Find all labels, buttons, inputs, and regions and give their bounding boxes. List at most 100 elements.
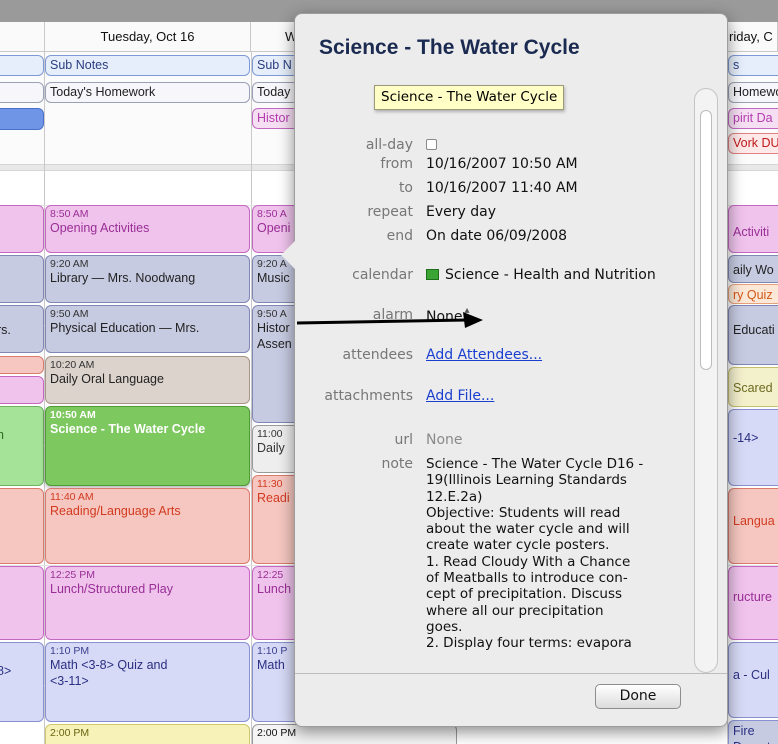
event-reading-language-arts[interactable]: 11:40 AM Reading/Language Arts (45, 488, 250, 564)
event-title: Educati (733, 323, 775, 337)
event-science-water-cycle-selected[interactable]: 10:50 AM Science - The Water Cycle (45, 406, 250, 486)
end-label: end (386, 228, 413, 244)
attendees-label: attendees (342, 347, 413, 363)
event-block[interactable]: rs. (0, 305, 44, 353)
repeat-value[interactable]: Every day (426, 204, 496, 220)
calendar-field[interactable]: Science - Health and Nutrition (426, 267, 656, 283)
all-day-event-sub-notes[interactable]: s (728, 55, 778, 76)
event-math[interactable]: 1:10 PM Math <3-8> Quiz and <3-11> (45, 642, 250, 722)
event-block[interactable]: Educati (728, 305, 778, 365)
all-day-field[interactable] (426, 138, 437, 154)
event-title: Library — Mrs. Noodwang (50, 271, 196, 285)
event-block[interactable]: -14> (728, 409, 778, 486)
all-day-event-work[interactable]: Vork DU (728, 133, 778, 154)
event-title: Science - The Water Cycle (50, 422, 206, 436)
done-button[interactable]: Done (595, 684, 681, 709)
annotation-arrow-icon (296, 312, 483, 328)
event-block[interactable] (0, 566, 44, 640)
all-day-event[interactable] (0, 108, 44, 130)
event-opening-activities[interactable]: 8:50 AM Opening Activities (45, 205, 250, 253)
event-block[interactable] (0, 205, 44, 253)
event-title: 8> (0, 664, 12, 678)
all-day-event-homework[interactable]: Homewo (728, 82, 778, 103)
all-day-event-sub-notes[interactable]: Sub Notes (45, 55, 250, 76)
event-time: 9:20 AM (50, 258, 89, 270)
event-block[interactable]: ry Quiz (728, 284, 778, 304)
column-header-monday[interactable] (0, 22, 45, 52)
event-afternoon[interactable]: 2:00 PM (252, 724, 457, 744)
event-time: 10:50 AM (50, 409, 96, 421)
attachments-label: attachments (324, 388, 413, 404)
event-title: Physical Education — Mrs. (50, 321, 200, 335)
all-day-event[interactable] (0, 55, 44, 76)
event-title: Reading/Language Arts (50, 504, 181, 518)
event-block[interactable] (0, 488, 44, 564)
event-time: 1:10 PM (50, 645, 90, 657)
event-block[interactable]: Scared (728, 367, 778, 407)
note-text[interactable]: Science - The Water Cycle D16 - 19(Illin… (426, 456, 696, 668)
column-header-friday[interactable]: riday, C (727, 22, 778, 52)
event-detail-popover: Science - The Water Cycle loc all-day fr… (281, 13, 728, 727)
event-afternoon[interactable]: 2:00 PM (45, 724, 250, 744)
event-title: Langua (733, 514, 775, 528)
scrollbar-thumb[interactable] (700, 110, 712, 370)
event-title: a - Cul (733, 668, 770, 682)
from-label: from (380, 156, 413, 172)
event-time: 8:50 AM (50, 208, 89, 220)
url-label: url (394, 432, 413, 448)
event-time: 10:20 AM (50, 359, 95, 371)
all-day-event[interactable] (0, 82, 44, 103)
note-label: note (381, 456, 413, 472)
event-title: ructure (733, 590, 772, 604)
event-block[interactable]: 8> (0, 642, 44, 722)
all-day-event-label: Sub N (257, 58, 292, 72)
add-attendees-link[interactable]: Add Attendees... (426, 347, 542, 363)
event-time: 2:00 PM (257, 727, 297, 739)
all-day-event-label: Today (257, 85, 291, 99)
event-time: 9:50 AM (50, 308, 89, 320)
event-block[interactable] (0, 356, 44, 374)
all-day-event-homework[interactable]: Today's Homework (45, 82, 250, 103)
event-physical-education[interactable]: 9:50 AM Physical Education — Mrs. (45, 305, 250, 353)
event-title: Math <3-8> Quiz and <3-11> (50, 658, 168, 688)
all-day-checkbox[interactable] (426, 139, 437, 150)
event-title: Fire Department (733, 724, 778, 744)
event-block[interactable]: Langua (728, 488, 778, 564)
event-lunch[interactable]: 12:25 PM Lunch/Structured Play (45, 566, 250, 640)
to-value[interactable]: 10/16/2007 11:40 AM (426, 180, 578, 196)
event-block[interactable] (0, 376, 44, 404)
event-title: aily Wo (733, 263, 774, 277)
from-value[interactable]: 10/16/2007 10:50 AM (426, 156, 578, 172)
all-day-event-label: pirit Da (733, 111, 773, 125)
event-title: Lunch/Structured Play (50, 582, 173, 596)
event-title: Opening Activities (50, 221, 150, 235)
url-value[interactable]: None (426, 432, 463, 448)
all-day-event-label: Sub Notes (50, 58, 109, 72)
event-block[interactable] (0, 255, 44, 303)
popover-divider (295, 673, 727, 674)
event-title-field[interactable]: Science - The Water Cycle (319, 36, 580, 60)
all-day-label: all-day (365, 137, 413, 153)
all-day-event-label: s (733, 58, 740, 72)
all-day-event-label: Homewo (733, 85, 778, 99)
calendar-color-swatch (426, 269, 439, 280)
event-time: 2:00 PM (50, 727, 90, 739)
all-day-event-spirit[interactable]: pirit Da (728, 108, 778, 129)
event-title: Daily Oral Language (50, 372, 164, 386)
all-day-event-label: Today's Homework (50, 85, 156, 99)
event-daily-oral-language[interactable]: 10:20 AM Daily Oral Language (45, 356, 250, 404)
add-file-link[interactable]: Add File... (426, 388, 494, 404)
event-block[interactable]: ructure (728, 566, 778, 640)
end-value[interactable]: On date 06/09/2008 (426, 228, 567, 244)
event-time: 12:25 PM (50, 569, 95, 581)
event-block[interactable]: Activiti (728, 205, 778, 253)
event-title: -14> (733, 431, 759, 445)
event-title: Activiti (733, 225, 770, 239)
event-block[interactable]: h (0, 406, 44, 486)
repeat-label: repeat (367, 204, 413, 220)
event-library[interactable]: 9:20 AM Library — Mrs. Noodwang (45, 255, 250, 303)
event-block[interactable]: aily Wo (728, 255, 778, 283)
event-block[interactable]: Fire Department (728, 720, 778, 744)
event-block[interactable]: a - Cul (728, 642, 778, 718)
column-header-tuesday[interactable]: Tuesday, Oct 16 (45, 22, 251, 52)
